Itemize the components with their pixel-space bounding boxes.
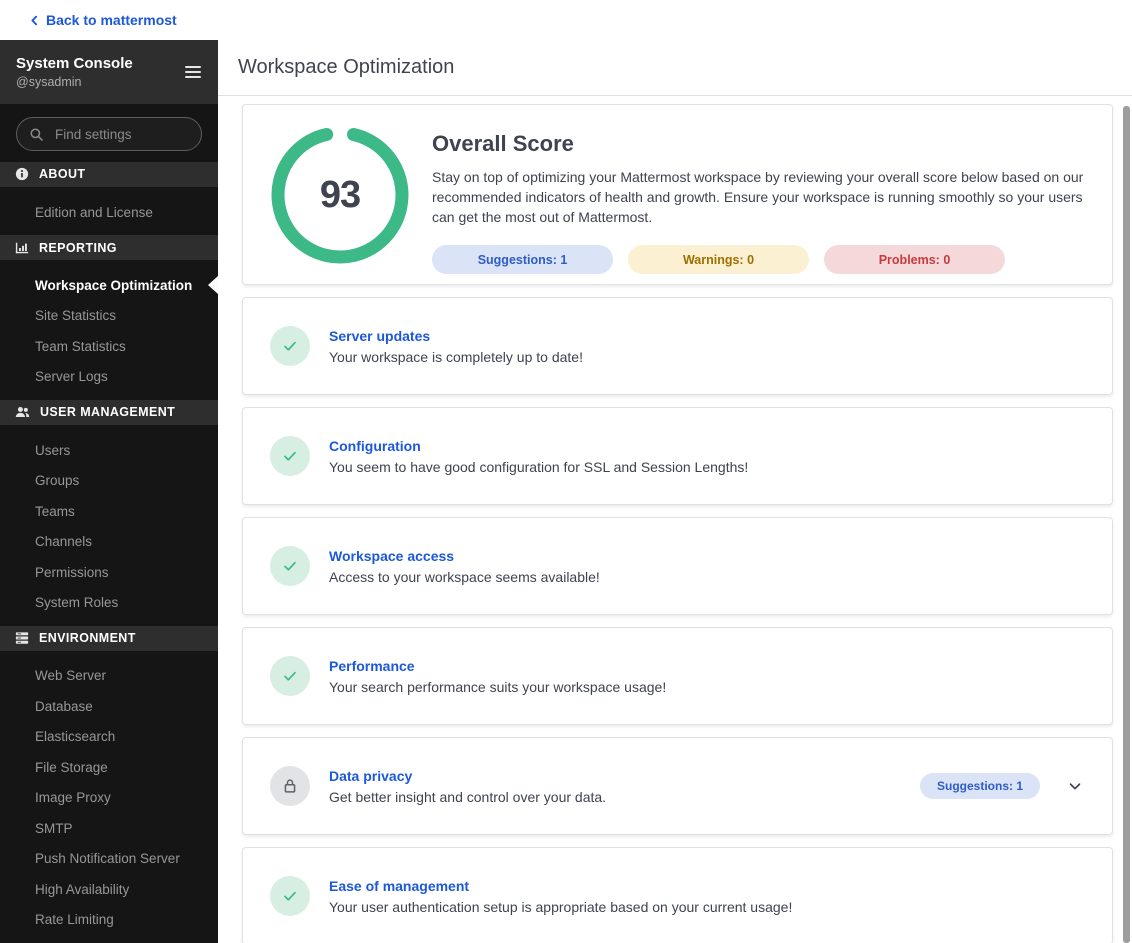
card-title: Configuration	[329, 437, 421, 454]
top-bar: Back to mattermost	[0, 0, 1132, 40]
section-header-about: ABOUT	[0, 162, 218, 187]
main-panel: Workspace Optimization 93 Overall Score …	[218, 40, 1132, 943]
sidebar-header: System Console @sysadmin	[0, 40, 218, 104]
sidebar-item-site-statistics[interactable]: Site Statistics	[0, 301, 218, 332]
check-circle-icon	[270, 436, 310, 476]
server-icon	[15, 631, 29, 645]
sidebar-item-workspace-optimization[interactable]: Workspace Optimization	[0, 270, 218, 301]
sidebar-item-high-availability[interactable]: High Availability	[0, 874, 218, 905]
overall-score-value: 93	[319, 173, 361, 216]
content-area: 93 Overall Score Stay on top of optimizi…	[218, 96, 1132, 943]
sidebar-item-permissions[interactable]: Permissions	[0, 557, 218, 588]
section-header-environment: ENVIRONMENT	[0, 625, 218, 651]
sidebar-item-groups[interactable]: Groups	[0, 465, 218, 496]
chevron-down-icon[interactable]	[1066, 777, 1084, 795]
problems-badge: Problems: 0	[824, 245, 1005, 274]
search-icon	[29, 127, 44, 142]
sidebar-item-edition-and-license[interactable]: Edition and License	[0, 197, 218, 228]
data-privacy-card[interactable]: Data privacy Get better insight and cont…	[242, 737, 1113, 835]
sidebar-item-elasticsearch[interactable]: Elasticsearch	[0, 722, 218, 753]
section-header-user-management: USER MANAGEMENT	[0, 400, 218, 425]
sidebar-item-users[interactable]: Users	[0, 435, 218, 466]
sidebar-item-image-proxy[interactable]: Image Proxy	[0, 783, 218, 814]
card-description: You seem to have good configuration for …	[329, 458, 749, 475]
check-circle-icon	[270, 326, 310, 366]
sidebar-item-system-roles[interactable]: System Roles	[0, 587, 218, 618]
sidebar-search	[0, 104, 218, 162]
workspace-access-card: Workspace access Access to your workspac…	[242, 517, 1113, 615]
card-description: Your search performance suits your works…	[329, 678, 667, 695]
page-title: Workspace Optimization	[238, 56, 455, 78]
card-description: Your workspace is completely up to date!	[329, 348, 583, 365]
check-circle-icon	[270, 876, 310, 916]
lock-icon	[270, 766, 310, 806]
sidebar-item-teams[interactable]: Teams	[0, 496, 218, 527]
sidebar-item-team-statistics[interactable]: Team Statistics	[0, 331, 218, 362]
sidebar-title: System Console	[16, 55, 133, 73]
score-ring: 93	[270, 125, 410, 265]
sidebar-item-smtp[interactable]: SMTP	[0, 813, 218, 844]
performance-card: Performance Your search performance suit…	[242, 627, 1113, 725]
suggestions-badge: Suggestions: 1	[432, 245, 613, 274]
card-description: Get better insight and control over your…	[329, 788, 607, 805]
chevron-left-icon	[28, 14, 41, 27]
users-icon	[15, 405, 30, 419]
search-input[interactable]	[53, 125, 189, 143]
back-link[interactable]: Back to mattermost	[28, 12, 177, 28]
card-description: Access to your workspace seems available…	[329, 568, 600, 585]
page-header: Workspace Optimization	[218, 40, 1132, 96]
sidebar: System Console @sysadmin ABOUT Edition a…	[0, 40, 218, 943]
server-updates-card: Server updates Your workspace is complet…	[242, 297, 1113, 395]
sidebar-item-channels[interactable]: Channels	[0, 526, 218, 557]
card-description: Your user authentication setup is approp…	[329, 898, 793, 915]
check-circle-icon	[270, 546, 310, 586]
sidebar-item-web-server[interactable]: Web Server	[0, 661, 218, 692]
card-title: Performance	[329, 657, 415, 674]
vertical-scrollbar[interactable]	[1123, 106, 1130, 943]
card-title: Server updates	[329, 327, 431, 344]
back-link-label: Back to mattermost	[46, 12, 177, 28]
hamburger-menu-icon[interactable]	[185, 62, 201, 82]
sidebar-item-database[interactable]: Database	[0, 691, 218, 722]
sidebar-subtitle: @sysadmin	[16, 74, 82, 89]
info-icon	[15, 167, 29, 181]
sidebar-item-file-storage[interactable]: File Storage	[0, 752, 218, 783]
sidebar-item-server-logs[interactable]: Server Logs	[0, 362, 218, 393]
configuration-card: Configuration You seem to have good conf…	[242, 407, 1113, 505]
check-circle-icon	[270, 656, 310, 696]
overall-score-card: 93 Overall Score Stay on top of optimizi…	[242, 104, 1113, 285]
overall-score-description: Stay on top of optimizing your Mattermos…	[432, 169, 1084, 225]
ease-of-management-card: Ease of management Your user authenticat…	[242, 847, 1113, 943]
warnings-badge: Warnings: 0	[628, 245, 809, 274]
sidebar-item-push-notification-server[interactable]: Push Notification Server	[0, 844, 218, 875]
card-title: Ease of management	[329, 877, 470, 894]
bar-chart-icon	[15, 241, 29, 255]
section-header-reporting: REPORTING	[0, 235, 218, 260]
overall-score-title: Overall Score	[432, 131, 574, 156]
card-title: Workspace access	[329, 547, 455, 564]
sidebar-item-rate-limiting[interactable]: Rate Limiting	[0, 905, 218, 936]
card-title: Data privacy	[329, 767, 413, 784]
suggestions-badge: Suggestions: 1	[919, 773, 1040, 799]
